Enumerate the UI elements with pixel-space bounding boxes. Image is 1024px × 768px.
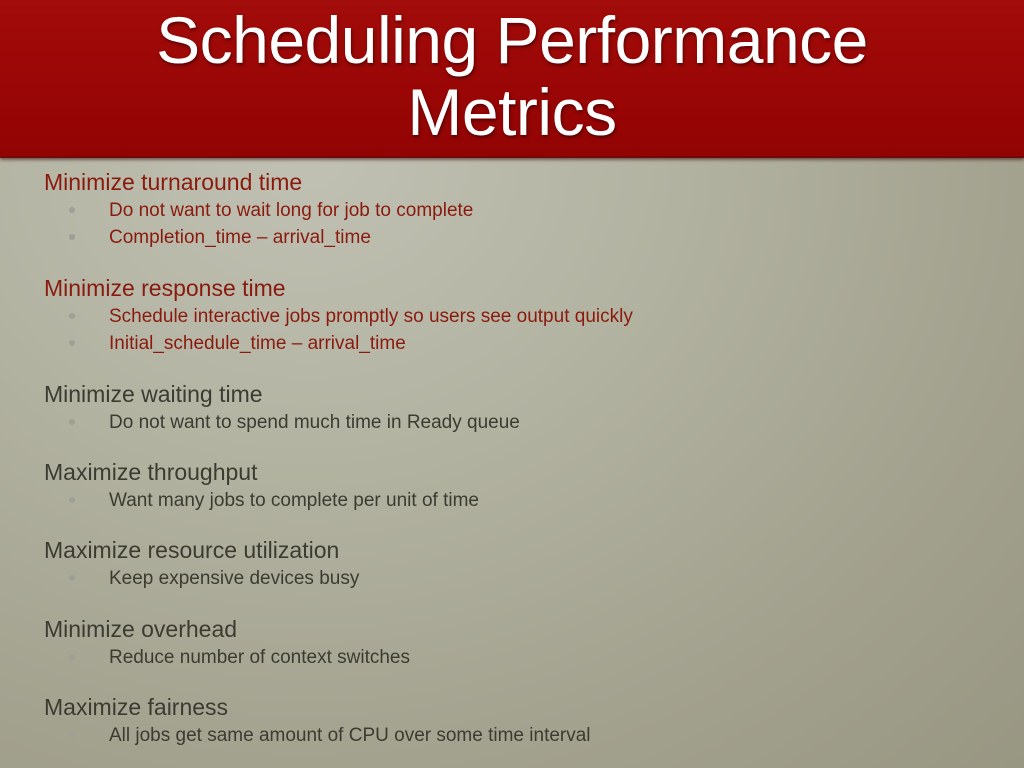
section-heading: Maximize fairness — [44, 694, 229, 720]
section-heading: Minimize response time — [44, 275, 286, 301]
bullet-list: All jobs get same amount of CPU over som… — [44, 722, 1004, 749]
section-throughput: Maximize throughput Want many jobs to co… — [44, 458, 1004, 514]
bullet-dot-icon — [69, 340, 75, 346]
bullet-item: Do not want to spend much time in Ready … — [44, 409, 1004, 436]
section-overhead: Minimize overhead Reduce number of conte… — [44, 615, 1004, 671]
section-heading: Maximize resource utilization — [44, 537, 340, 563]
slide-content: Minimize turnaround time Do not want to … — [44, 168, 1004, 749]
bullet-item: Schedule interactive jobs promptly so us… — [44, 303, 1004, 330]
section-response-time: Minimize response time Schedule interact… — [44, 274, 1004, 357]
bullet-list: Want many jobs to complete per unit of t… — [44, 487, 1004, 514]
section-heading: Minimize overhead — [44, 616, 238, 642]
section-heading: Minimize turnaround time — [44, 169, 303, 195]
bullet-text: Completion_time – arrival_time — [109, 227, 371, 248]
bullet-text: Do not want to wait long for job to comp… — [109, 200, 474, 221]
section-fairness: Maximize fairness All jobs get same amou… — [44, 693, 1004, 749]
bullet-text: Keep expensive devices busy — [109, 568, 360, 589]
section-heading: Maximize throughput — [44, 459, 258, 485]
bullet-item: Initial_schedule_time – arrival_time — [44, 330, 1004, 357]
bullet-list: Do not want to spend much time in Ready … — [44, 409, 1004, 436]
slide-title: Scheduling Performance Metrics — [0, 4, 1024, 148]
bullet-text: Schedule interactive jobs promptly so us… — [109, 306, 633, 327]
section-waiting-time: Minimize waiting time Do not want to spe… — [44, 380, 1004, 436]
title-band: Scheduling Performance Metrics — [0, 0, 1024, 158]
bullet-dot-icon — [69, 313, 75, 319]
bullet-text: Do not want to spend much time in Ready … — [109, 412, 520, 433]
bullet-list: Schedule interactive jobs promptly so us… — [44, 303, 1004, 357]
bullet-text: Initial_schedule_time – arrival_time — [109, 333, 406, 354]
bullet-item: Do not want to wait long for job to comp… — [44, 197, 1004, 224]
slide-title-line-1: Scheduling Performance — [156, 3, 868, 77]
section-heading: Minimize waiting time — [44, 381, 263, 407]
section-resource-utilization: Maximize resource utilization Keep expen… — [44, 536, 1004, 592]
bullet-item: Reduce number of context switches — [44, 644, 1004, 671]
bullet-list: Reduce number of context switches — [44, 644, 1004, 671]
bullet-dot-icon — [69, 497, 75, 503]
bullet-dot-icon — [69, 575, 75, 581]
bullet-list: Do not want to wait long for job to comp… — [44, 197, 1004, 251]
bullet-dot-icon — [69, 419, 75, 425]
bullet-dot-icon — [69, 732, 75, 738]
bullet-dot-icon — [69, 654, 75, 660]
bullet-dot-icon — [69, 207, 75, 213]
bullet-item: All jobs get same amount of CPU over som… — [44, 722, 1004, 749]
bullet-text: All jobs get same amount of CPU over som… — [109, 725, 591, 746]
slide-title-line-2: Metrics — [407, 75, 617, 149]
bullet-text: Want many jobs to complete per unit of t… — [109, 490, 479, 511]
bullet-item: Keep expensive devices busy — [44, 565, 1004, 592]
bullet-list: Keep expensive devices busy — [44, 565, 1004, 592]
bullet-item: Want many jobs to complete per unit of t… — [44, 487, 1004, 514]
section-turnaround-time: Minimize turnaround time Do not want to … — [44, 168, 1004, 251]
bullet-text: Reduce number of context switches — [109, 647, 410, 668]
bullet-item: Completion_time – arrival_time — [44, 224, 1004, 251]
bullet-dot-icon — [69, 234, 75, 240]
